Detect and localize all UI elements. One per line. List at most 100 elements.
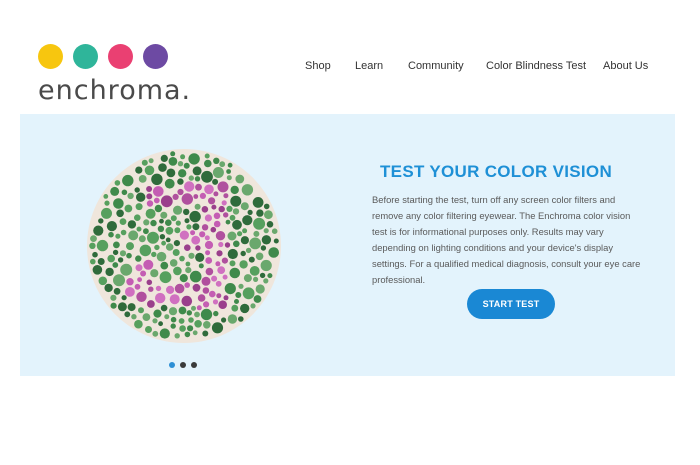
brand-logo[interactable]: enchroma. [38,44,190,106]
plate-dot [126,242,134,251]
plate-dot [134,319,143,329]
plate-dot [175,220,181,226]
plate-dot [145,208,156,219]
plate-dot [110,302,117,309]
plate-dot [243,274,252,283]
plate-dot [192,166,202,176]
plate-dot [120,263,133,276]
plate-dot [205,267,214,276]
plate-dot [113,274,125,287]
plate-dot [166,285,175,294]
plate-dot [179,325,186,332]
plate-dot [191,305,196,311]
plate-dot [224,283,236,295]
hero-description: Before starting the test, turn off any s… [372,194,641,286]
plate-dot [178,306,187,315]
plate-dot [143,219,150,226]
nav-color-blindness-test[interactable]: Color Blindness Test [486,60,586,72]
main-nav: Shop Learn Community Color Blindness Tes… [0,60,700,74]
plate-dot [131,314,137,320]
plate-dot [152,330,159,337]
carousel-dot-2[interactable] [180,362,186,368]
plate-dot [147,300,155,308]
plate-dot [134,283,141,290]
plate-dot [204,153,210,159]
plate-dot [232,219,242,230]
plate-dot [93,225,104,236]
plate-dot [154,244,160,251]
plate-dot [259,272,266,279]
plate-dot [145,326,152,333]
plate-dot [234,299,239,304]
plate-dot [150,219,157,227]
plate-dot [116,209,124,218]
plate-dot [213,220,221,228]
plate-dot [199,192,206,199]
plate-dot [194,203,201,210]
plate-dot [108,231,114,238]
plate-dot [253,230,260,237]
plate-dot [226,175,232,181]
plate-dot [148,286,154,292]
plate-dot [194,320,202,328]
plate-dot [192,283,201,292]
plate-dot [128,230,139,241]
plate-dot [188,175,194,181]
plate-dot [204,214,212,222]
plate-dot [160,261,169,270]
plate-dot [193,194,199,199]
plate-dot [235,292,242,298]
plate-dot [223,212,229,218]
plate-dot [146,279,153,286]
plate-dot [115,233,121,239]
plate-dot [184,181,195,192]
plate-dot [253,295,262,303]
plate-dot [194,311,200,318]
plate-dot [181,295,193,307]
plate-dot [216,250,223,257]
plate-dot [225,219,231,225]
plate-dot [204,184,214,195]
plate-dot [215,231,226,241]
plate-dot [213,157,220,164]
plate-dot [255,284,265,294]
plate-dot [242,215,253,226]
plate-dot [256,209,264,217]
plate-dot [260,259,272,272]
plate-dot [235,174,245,184]
plate-dot [135,203,143,211]
plate-dot [104,283,113,293]
hero-banner: TEST YOUR COLOR VISION Before starting t… [20,114,675,376]
plate-dot [240,303,250,314]
start-test-button[interactable]: START TEST [467,289,555,319]
plate-dot [177,188,184,196]
plate-dot [238,316,244,322]
plate-dot [170,316,177,323]
plate-dot [185,261,191,267]
plate-dot [197,294,206,302]
plate-dot [189,210,201,223]
plate-dot [135,166,143,174]
plate-dot [263,203,270,210]
plate-dot [169,294,180,305]
plate-dot [146,186,153,192]
plate-dot [242,287,255,300]
nav-shop[interactable]: Shop [305,60,331,72]
plate-dot [170,151,176,157]
plate-dot [174,283,185,294]
plate-dot [232,208,240,215]
plate-dot [169,259,178,267]
carousel-dot-1[interactable] [169,362,175,368]
plate-dot [178,318,185,324]
carousel-dot-3[interactable] [191,362,197,368]
plate-dot [152,318,158,324]
plate-dot [174,227,181,234]
nav-about-us[interactable]: About Us [603,60,648,72]
plate-dot [195,183,202,191]
nav-learn[interactable]: Learn [355,60,383,72]
plate-dot [147,231,159,244]
plate-dot [144,165,155,176]
plate-dot [199,231,206,238]
nav-community[interactable]: Community [408,60,464,72]
plate-dot [240,202,249,211]
